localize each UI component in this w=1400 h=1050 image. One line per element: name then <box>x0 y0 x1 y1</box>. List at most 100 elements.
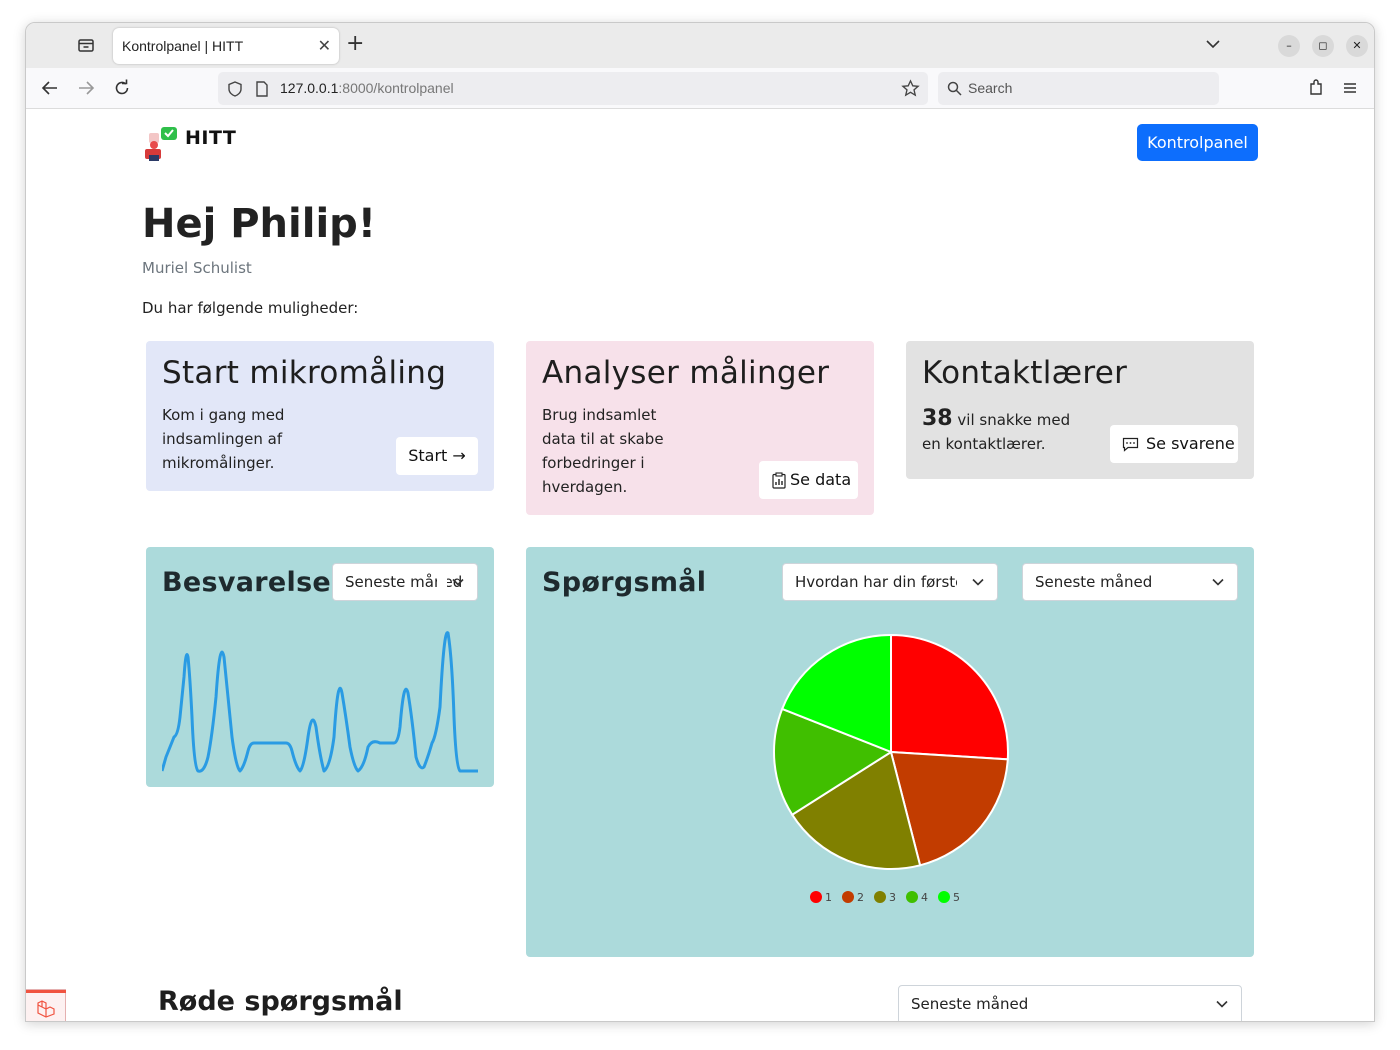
tab-title: Kontrolpanel | HITT <box>122 38 244 54</box>
url-host: 127.0.0.1 <box>280 80 339 96</box>
legend-label: 5 <box>953 890 960 904</box>
laravel-icon <box>37 1000 55 1018</box>
new-tab-icon[interactable]: + <box>346 33 364 55</box>
maximize-icon[interactable]: ◻ <box>1312 35 1334 57</box>
tab-strip: Kontrolpanel | HITT ✕ + – ◻ ✕ <box>26 23 1374 68</box>
tab-overview-icon[interactable] <box>76 35 96 55</box>
chevron-down-icon <box>452 578 464 586</box>
card-title: Start mikromåling <box>162 355 447 391</box>
legend-color-dot <box>810 891 822 903</box>
search-icon <box>947 81 962 96</box>
legend-item-4[interactable]: 4 <box>906 891 928 904</box>
card-line: mikromålinger. <box>162 454 275 472</box>
browser-window: Kontrolpanel | HITT ✕ + – ◻ ✕ 127.0.0.1:… <box>25 22 1375 1022</box>
legend-label: 3 <box>889 890 896 904</box>
close-window-icon[interactable]: ✕ <box>1346 35 1368 57</box>
besvarelser-title: Besvarelser <box>162 567 345 598</box>
menu-icon[interactable] <box>1340 78 1360 98</box>
extensions-icon[interactable] <box>1306 78 1326 98</box>
contact-count: 38 <box>922 406 953 431</box>
card-title: Analyser målinger <box>542 355 830 391</box>
analyser-maalinger-card: Analyser målinger Brug indsamlet data ti… <box>526 341 874 515</box>
kontrolpanel-button[interactable]: Kontrolpanel <box>1137 124 1258 161</box>
besvarelser-series-line <box>162 631 478 773</box>
hitt-logo-icon[interactable] <box>141 125 181 165</box>
legend-label: 2 <box>857 890 864 904</box>
minimize-icon[interactable]: – <box>1278 35 1300 57</box>
card-line: Kom i gang med <box>162 406 285 424</box>
chat-icon <box>1122 437 1139 452</box>
legend-color-dot <box>874 891 886 903</box>
greeting-subtitle: Muriel Schulist <box>142 259 252 277</box>
back-icon[interactable] <box>40 78 60 98</box>
contact-count-text: vil snakke med <box>957 411 1071 429</box>
active-tab[interactable]: Kontrolpanel | HITT ✕ <box>113 28 339 64</box>
search-placeholder: Search <box>968 80 1013 96</box>
legend-color-dot <box>906 891 918 903</box>
card-description: Kom i gang med indsamlingen af mikromåli… <box>162 403 284 475</box>
debugbar-toggle[interactable] <box>26 989 66 1021</box>
card-line: hverdagen. <box>542 478 628 496</box>
options-intro: Du har følgende muligheder: <box>142 299 359 317</box>
pie-legend: 1 2 3 4 5 <box>526 888 1254 907</box>
answers-pie-chart <box>773 633 1009 870</box>
chevron-down-icon <box>972 578 984 586</box>
question-select[interactable]: Hvordan har din første <box>782 563 998 601</box>
page-content: HITT Kontrolpanel Hej Philip! Muriel Sch… <box>26 109 1374 1021</box>
select-fade <box>437 564 447 600</box>
bookmark-star-icon[interactable] <box>901 79 920 98</box>
legend-color-dot <box>938 891 950 903</box>
se-svarene-button[interactable]: Se svarene <box>1110 425 1238 463</box>
spoergsmaal-period-select[interactable]: Seneste måned <box>1022 563 1238 601</box>
url-path: :8000/kontrolpanel <box>338 80 454 96</box>
besvarelser-panel: Besvarelser Seneste måned <box>146 547 494 787</box>
url-bar[interactable]: 127.0.0.1:8000/kontrolpanel <box>218 72 928 105</box>
search-bar[interactable]: Search <box>938 72 1219 105</box>
shield-icon[interactable] <box>226 80 244 98</box>
chevron-down-icon[interactable] <box>1204 35 1222 53</box>
select-value: Hvordan har din første <box>795 573 965 591</box>
besvarelser-period-select[interactable]: Seneste måned <box>332 563 478 601</box>
debugbar-accent <box>26 990 66 993</box>
spoergsmaal-panel: Spørgsmål Hvordan har din første Seneste… <box>526 547 1254 957</box>
card-description: Brug indsamlet data til at skabe forbedr… <box>542 403 664 499</box>
reload-icon[interactable] <box>112 78 132 98</box>
roede-spoergsmaal-title: Røde spørgsmål <box>158 986 403 1017</box>
select-value: Seneste måned <box>911 995 1029 1013</box>
se-svarene-label: Se svarene <box>1146 434 1235 453</box>
page-icon <box>256 81 268 97</box>
close-tab-icon[interactable]: ✕ <box>318 36 331 55</box>
legend-item-5[interactable]: 5 <box>938 891 960 904</box>
legend-label: 4 <box>921 890 928 904</box>
card-line: data til at skabe <box>542 430 664 448</box>
legend-item-3[interactable]: 3 <box>874 891 896 904</box>
select-fade <box>957 564 967 600</box>
spoergsmaal-title: Spørgsmål <box>542 567 707 598</box>
card-description: 38 vil snakke med en kontaktlærer. <box>922 407 1070 456</box>
legend-color-dot <box>842 891 854 903</box>
card-line: indsamlingen af <box>162 430 283 448</box>
card-line: en kontaktlærer. <box>922 435 1046 453</box>
legend-item-1[interactable]: 1 <box>810 891 832 904</box>
url-text[interactable]: 127.0.0.1:8000/kontrolpanel <box>280 80 454 96</box>
chevron-down-icon <box>1212 578 1224 586</box>
legend-label: 1 <box>825 890 832 904</box>
card-line: Brug indsamlet <box>542 406 657 424</box>
se-data-label: Se data <box>790 470 852 489</box>
forward-icon[interactable] <box>76 78 96 98</box>
start-button[interactable]: Start → <box>396 437 478 475</box>
kontaktlaerer-card: Kontaktlærer 38 vil snakke med en kontak… <box>906 341 1254 479</box>
greeting-title: Hej Philip! <box>142 201 377 247</box>
roede-period-select[interactable]: Seneste måned <box>898 985 1242 1021</box>
brand-name[interactable]: HITT <box>185 127 236 149</box>
se-data-button[interactable]: Se data <box>759 461 858 499</box>
pie-slice-1[interactable] <box>890 633 1009 761</box>
legend-item-2[interactable]: 2 <box>842 891 864 904</box>
select-value: Seneste måned <box>1035 573 1153 591</box>
card-line: forbedringer i <box>542 454 645 472</box>
clipboard-chart-icon <box>772 472 786 489</box>
navigation-bar: 127.0.0.1:8000/kontrolpanel Search <box>26 68 1374 109</box>
besvarelser-line-chart <box>162 631 478 773</box>
card-title: Kontaktlærer <box>922 355 1128 391</box>
start-mikromaaling-card: Start mikromåling Kom i gang med indsaml… <box>146 341 494 491</box>
